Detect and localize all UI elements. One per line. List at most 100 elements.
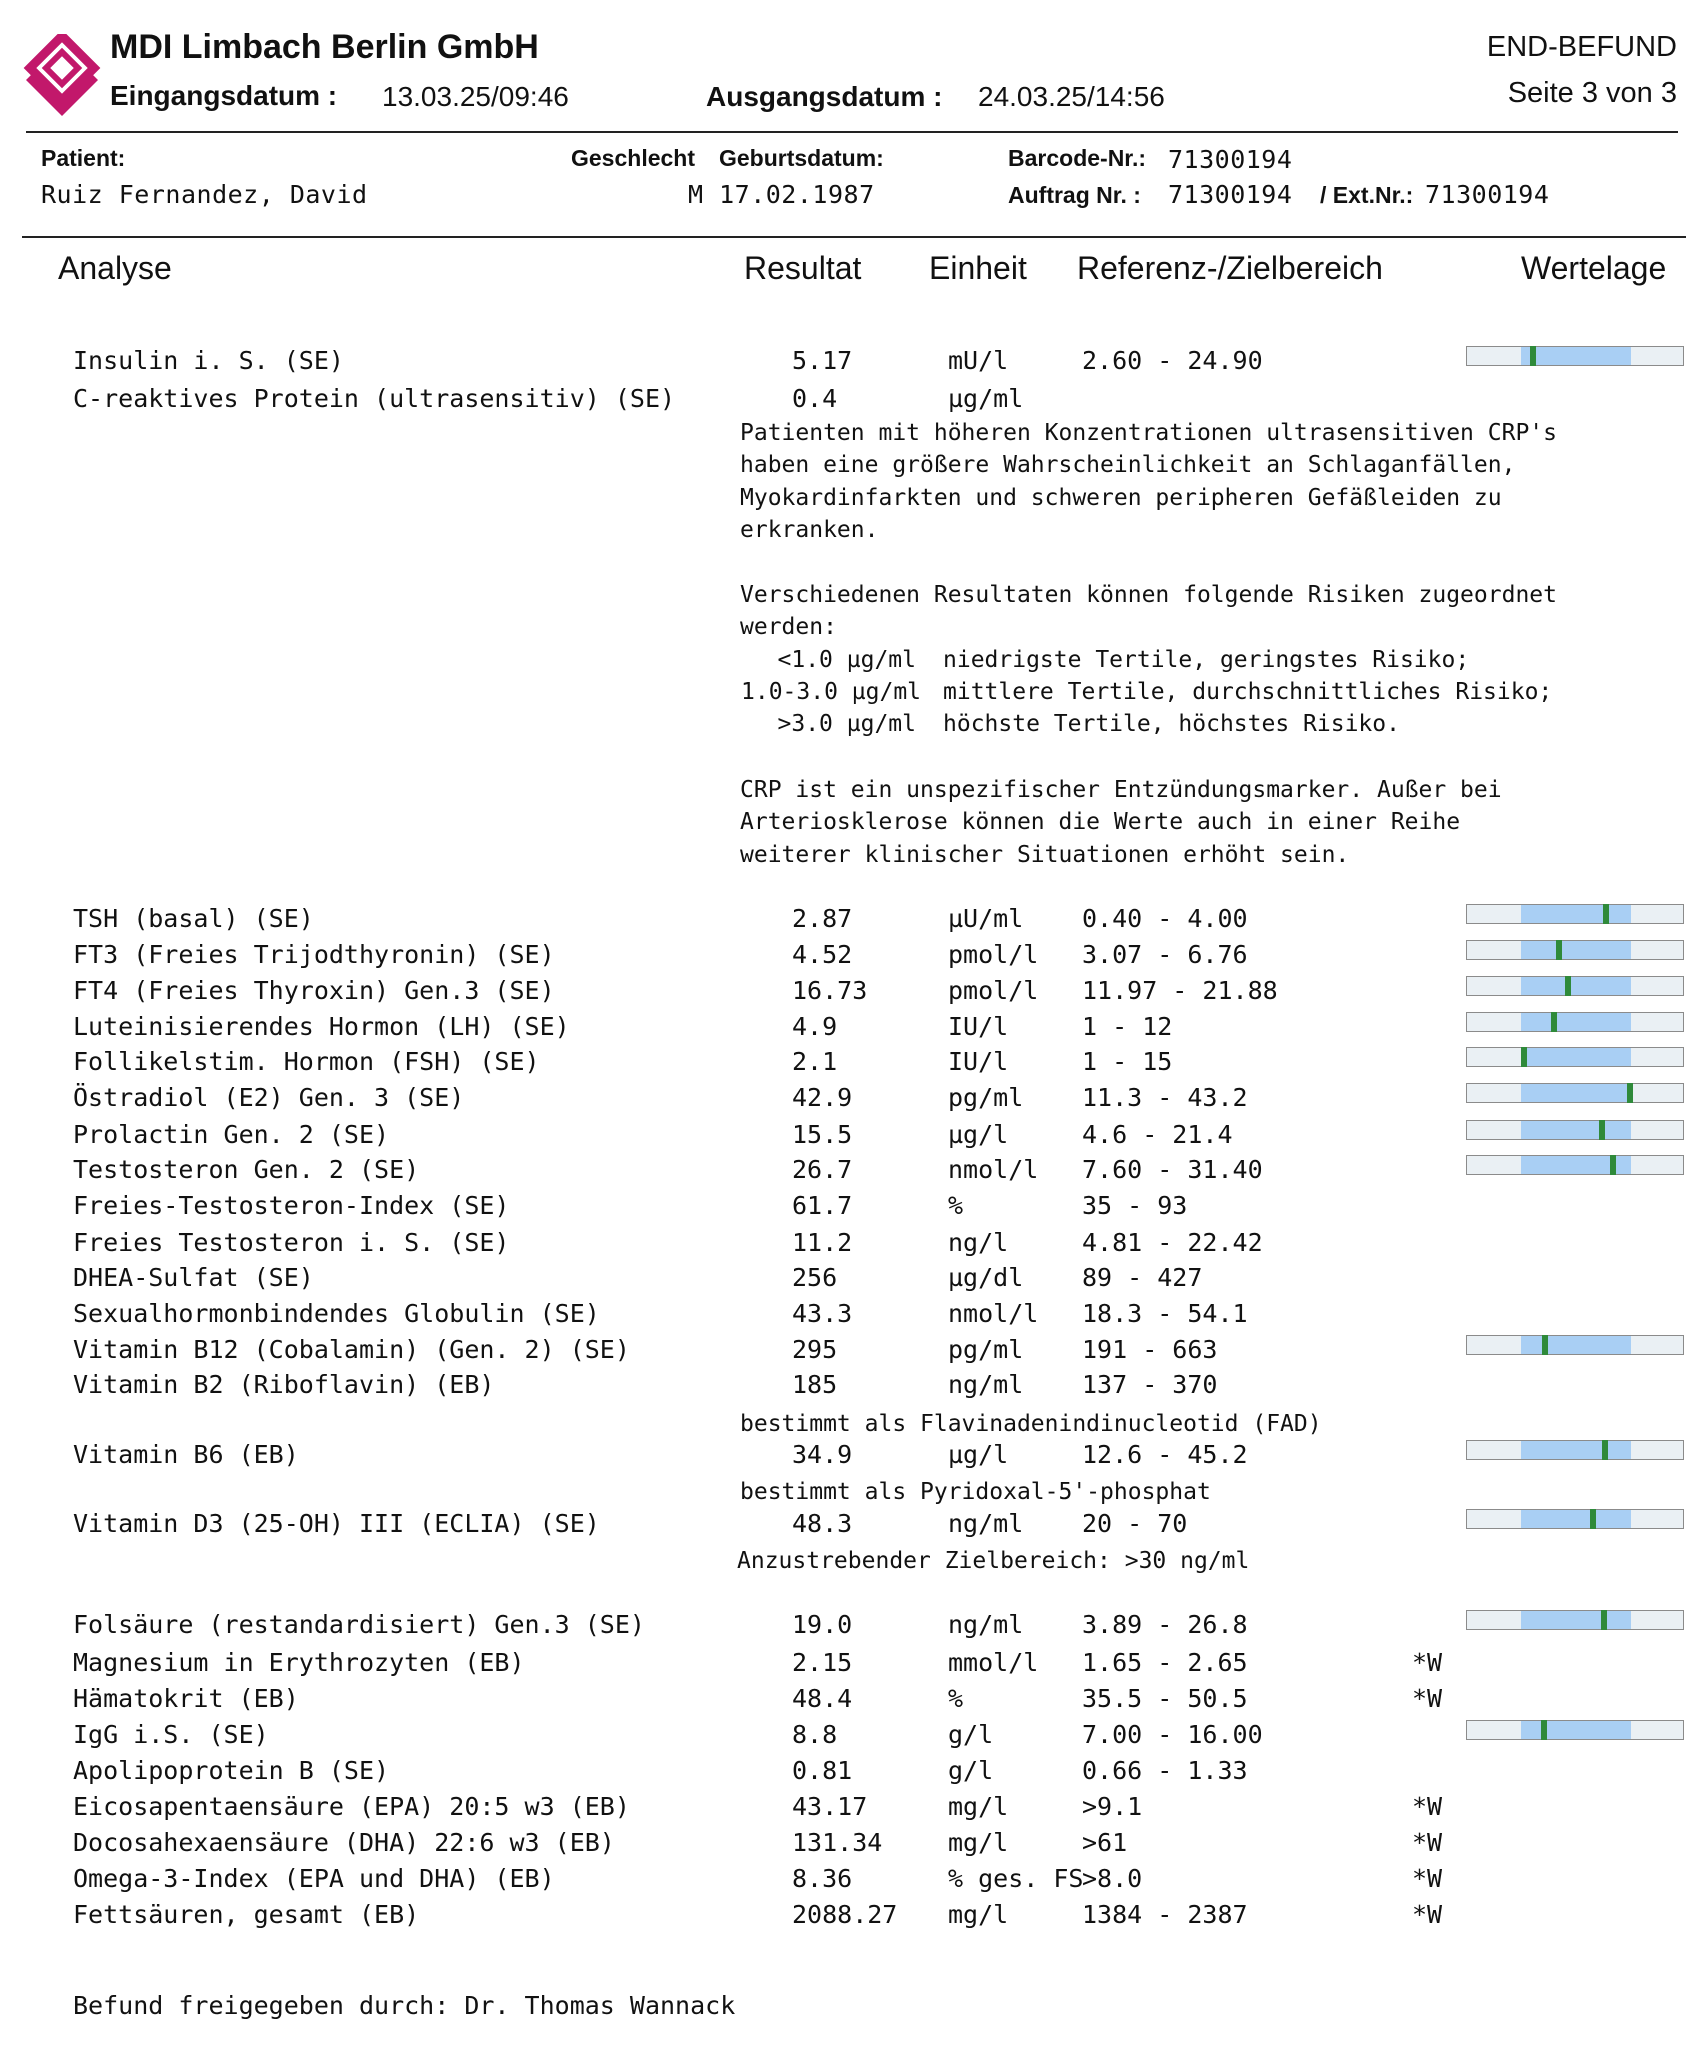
analyte-name: Sexualhormonbindendes Globulin (SE) — [73, 1299, 600, 1328]
value-position-bar — [1466, 1610, 1684, 1630]
ausgang-label: Ausgangsdatum : — [706, 81, 943, 112]
patient-label: Patient: — [41, 145, 126, 171]
barcode-label: Barcode-Nr.: — [1008, 145, 1147, 171]
result-row: Docosahexaensäure (DHA) 22:6 w3 (EB) 131.… — [0, 1828, 1706, 1862]
risk-text: niedrigste Tertile, geringstes Risiko; — [943, 647, 1470, 673]
result-row: Apolipoprotein B (SE) 0.81 g/l 0.66 - 1.33 — [0, 1756, 1706, 1790]
gender-label: Geschlecht — [571, 145, 695, 171]
result-unit: pg/ml — [948, 1083, 1024, 1112]
result-row: Vitamin D3 (25-OH) III (ECLIA) (SE) 48.3 n… — [0, 1509, 1706, 1543]
reference-band — [1521, 347, 1631, 365]
result-unit: ng/ml — [948, 1610, 1024, 1639]
patient-divider — [22, 236, 1686, 238]
analyte-name: Fettsäuren, gesamt (EB) — [73, 1900, 420, 1929]
result-unit: mU/l — [948, 346, 1009, 375]
barcode-value: 71300194 — [1168, 145, 1293, 174]
reference-band — [1521, 905, 1631, 923]
result-row: Insulin i. S. (SE) 5.17 mU/l 2.60 - 24.90 — [0, 346, 1706, 380]
analyte-name: FT4 (Freies Thyroxin) Gen.3 (SE) — [73, 976, 555, 1005]
result-row: Omega-3-Index (EPA und DHA) (EB) 8.36 % ge… — [0, 1864, 1706, 1898]
result-row: TSH (basal) (SE) 2.87 µU/ml 0.40 - 4.00 — [0, 904, 1706, 938]
ext-label: / Ext.Nr.: — [1320, 182, 1414, 208]
result-row: Hämatokrit (EB) 48.4% 35.5 - 50.5 *W — [0, 1684, 1706, 1718]
result-value: 15.5 — [792, 1120, 853, 1149]
result-value: 131.34 — [792, 1828, 883, 1857]
birthdate-label: Geburtsdatum: — [719, 145, 884, 171]
result-value: 2.87 — [792, 904, 853, 933]
value-position-bar — [1466, 1720, 1684, 1740]
reference-range: 2.60 - 24.90 — [1082, 346, 1263, 375]
result-row: C-reaktives Protein (ultrasensitiv) (SE)… — [0, 384, 1706, 418]
result-unit: µg/l — [948, 1440, 1009, 1469]
reference-range: 11.97 - 21.88 — [1082, 976, 1278, 1005]
result-row: Östradiol (E2) Gen. 3 (SE) 42.9 pg/ml 11.3 … — [0, 1083, 1706, 1117]
reference-range: 191 - 663 — [1082, 1335, 1218, 1364]
result-unit: pmol/l — [948, 976, 1039, 1005]
analyte-name: Apolipoprotein B (SE) — [73, 1756, 390, 1785]
reference-range: 20 - 70 — [1082, 1509, 1188, 1538]
reference-band — [1521, 1048, 1631, 1066]
result-row: Fettsäuren, gesamt (EB) 2088.27 mg/l 1384 -… — [0, 1900, 1706, 1934]
reference-range: 1 - 15 — [1082, 1047, 1173, 1076]
value-marker — [1556, 940, 1562, 960]
crp-comment-line: Patienten mit höheren Konzentrationen ul… — [740, 420, 1557, 446]
reference-range: 3.07 - 6.76 — [1082, 940, 1248, 969]
crp-comment-line: Myokardinfarkten und schweren peripheren… — [740, 485, 1502, 511]
risk-text: mittlere Tertile, durchschnittliches Ris… — [943, 679, 1553, 705]
value-position-bar — [1466, 346, 1684, 366]
result-value: 48.3 — [792, 1509, 853, 1538]
result-value: 2.15 — [792, 1648, 853, 1677]
result-unit: µg/ml — [948, 384, 1024, 413]
reference-band — [1521, 941, 1631, 959]
result-value: 16.73 — [792, 976, 868, 1005]
crp-comment-line: weiterer klinischer Situationen erhöht s… — [740, 842, 1350, 868]
reference-band — [1521, 977, 1631, 995]
value-position-bar — [1466, 1120, 1684, 1140]
ausgang-value: 24.03.25/14:56 — [978, 81, 1165, 112]
reference-range: 7.60 - 31.40 — [1082, 1155, 1263, 1184]
ext-value: 71300194 — [1425, 180, 1550, 209]
reference-band — [1521, 1336, 1631, 1354]
result-value: 43.17 — [792, 1792, 868, 1821]
reference-range: 12.6 - 45.2 — [1082, 1440, 1248, 1469]
result-flag: *W — [1412, 1648, 1443, 1677]
crp-comment-line: erkranken. — [740, 517, 879, 543]
result-value: 185 — [792, 1370, 838, 1399]
result-row: Freies-Testosteron-Index (SE) 61.7% 35 - 9… — [0, 1191, 1706, 1225]
reference-band — [1521, 1121, 1631, 1139]
value-marker — [1542, 1335, 1548, 1355]
value-position-bar — [1466, 1335, 1684, 1355]
reference-range: 18.3 - 54.1 — [1082, 1299, 1248, 1328]
result-row: FT4 (Freies Thyroxin) Gen.3 (SE) 16.73 pmo… — [0, 976, 1706, 1010]
reference-range: >61 — [1082, 1828, 1128, 1857]
risk-text: höchste Tertile, höchstes Risiko. — [943, 711, 1400, 737]
result-row: Freies Testosteron i. S. (SE) 11.2 ng/l 4.8… — [0, 1228, 1706, 1262]
reference-band — [1521, 1084, 1631, 1102]
result-unit: % — [948, 1684, 964, 1713]
analyte-name: Prolactin Gen. 2 (SE) — [73, 1120, 390, 1149]
result-row: Sexualhormonbindendes Globulin (SE) 43.3 n… — [0, 1299, 1706, 1333]
value-position-bar — [1466, 904, 1684, 924]
result-row: Vitamin B12 (Cobalamin) (Gen. 2) (SE) 295… — [0, 1335, 1706, 1369]
risk-range: >3.0 µg/ml — [777, 711, 916, 737]
result-unit: µg/dl — [948, 1263, 1024, 1292]
result-value: 61.7 — [792, 1191, 853, 1220]
result-value: 8.36 — [792, 1864, 853, 1893]
value-marker — [1590, 1509, 1596, 1529]
result-row: Folsäure (restandardisiert) Gen.3 (SE) 19… — [0, 1610, 1706, 1644]
result-row: DHEA-Sulfat (SE) 256 µg/dl 89 - 427 — [0, 1263, 1706, 1297]
result-unit: % ges. FS — [948, 1864, 1084, 1893]
analyte-name: DHEA-Sulfat (SE) — [73, 1263, 314, 1292]
result-row: Testosteron Gen. 2 (SE) 26.7 nmol/l 7.60 - … — [0, 1155, 1706, 1189]
result-flag: *W — [1412, 1864, 1443, 1893]
result-value: 26.7 — [792, 1155, 853, 1184]
analyte-name: IgG i.S. (SE) — [73, 1720, 269, 1749]
result-value: 8.8 — [792, 1720, 838, 1749]
result-unit: µU/ml — [948, 904, 1024, 933]
col-resultat: Resultat — [744, 250, 862, 286]
reference-range: 4.6 - 21.4 — [1082, 1120, 1233, 1149]
value-marker — [1627, 1083, 1633, 1103]
reference-band — [1521, 1611, 1631, 1629]
analyte-name: Luteinisierendes Hormon (LH) (SE) — [73, 1012, 570, 1041]
analyte-name: Magnesium in Erythrozyten (EB) — [73, 1648, 525, 1677]
